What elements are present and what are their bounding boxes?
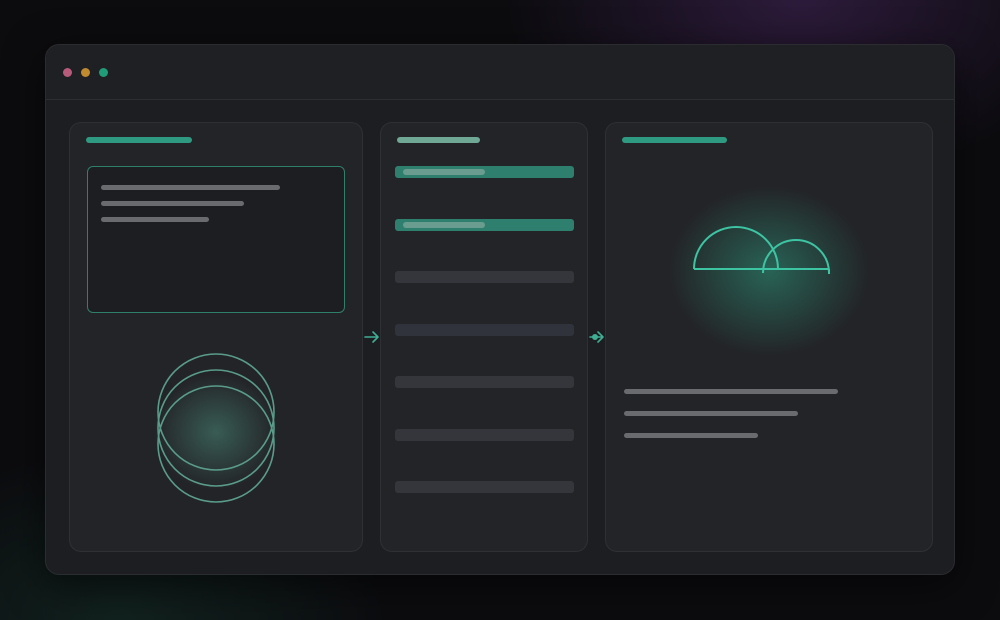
text-input-box[interactable] <box>87 166 345 313</box>
title-bar <box>46 45 954 100</box>
overlapping-circles-icon <box>154 353 278 503</box>
text-line <box>101 217 209 222</box>
panel-heading <box>397 137 480 143</box>
app-window <box>45 44 955 575</box>
list-item[interactable] <box>395 429 574 441</box>
minimize-button[interactable] <box>81 68 90 77</box>
cloud-arcs-icon <box>669 186 869 356</box>
panel-heading <box>622 137 727 143</box>
flow-arrow-icon <box>364 331 379 343</box>
list-item[interactable] <box>395 271 574 283</box>
output-panel <box>605 122 933 552</box>
list-item[interactable] <box>395 376 574 388</box>
text-line <box>624 411 798 416</box>
text-line <box>101 201 244 206</box>
text-line <box>624 389 838 394</box>
input-panel <box>69 122 363 552</box>
list-item[interactable] <box>395 219 574 231</box>
close-button[interactable] <box>63 68 72 77</box>
maximize-button[interactable] <box>99 68 108 77</box>
list-item[interactable] <box>395 481 574 493</box>
text-line <box>624 433 758 438</box>
text-line <box>101 185 280 190</box>
list-item[interactable] <box>395 166 574 178</box>
panel-heading <box>86 137 192 143</box>
list-panel <box>380 122 588 552</box>
list-item[interactable] <box>395 324 574 336</box>
flow-arrow-icon <box>589 331 604 343</box>
